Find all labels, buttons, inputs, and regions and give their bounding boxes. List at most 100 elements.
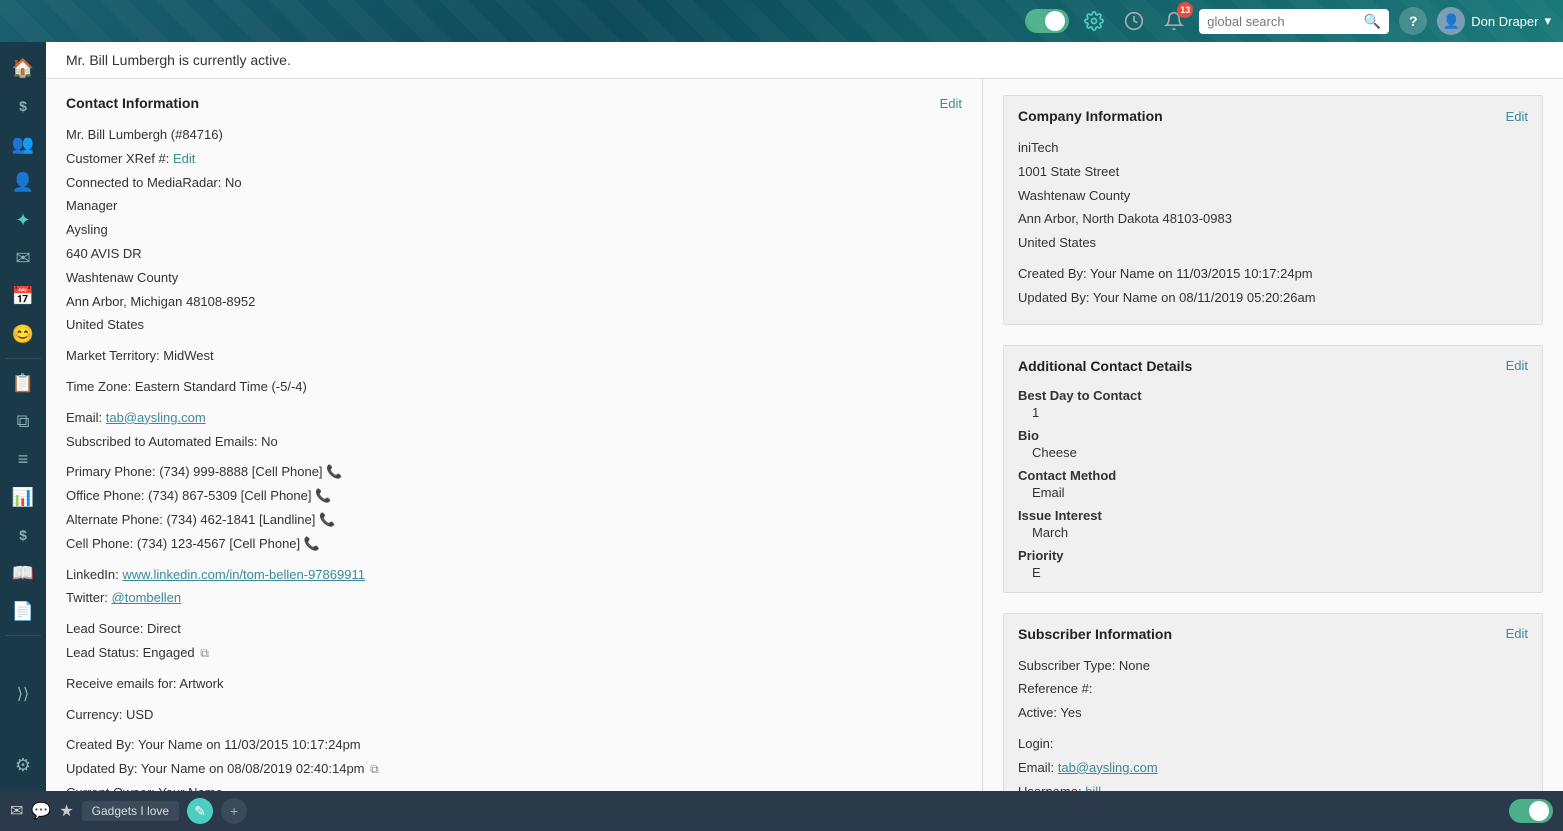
- sidebar-expand[interactable]: ⟩⟩: [5, 676, 41, 712]
- sidebar-item-home[interactable]: 🏠: [5, 50, 41, 86]
- clock-icon-btn[interactable]: [1119, 6, 1149, 36]
- subscriber-info-section: Subscriber Information Edit Subscriber T…: [1003, 613, 1543, 791]
- cell-phone-icon[interactable]: 📞: [304, 534, 320, 555]
- company-created-by: Created By: Your Name on 11/03/2015 10:1…: [1018, 264, 1528, 285]
- subscriber-email: Email: tab@aysling.com: [1018, 758, 1528, 779]
- office-phone-icon[interactable]: 📞: [315, 486, 331, 507]
- bottom-toggle[interactable]: [1509, 799, 1553, 823]
- contact-email-link[interactable]: tab@aysling.com: [106, 410, 206, 425]
- content-area: Mr. Bill Lumbergh is currently active. C…: [46, 42, 1563, 791]
- sidebar-item-settings[interactable]: ⚙: [5, 747, 41, 783]
- contact-currency: Currency: USD: [66, 705, 962, 726]
- sidebar-item-dollar2[interactable]: $: [5, 517, 41, 553]
- updated-by-copy-icon[interactable]: ⧉: [370, 760, 379, 779]
- contact-current-owner: Current Owner: Your Name: [66, 783, 962, 791]
- bottom-bar: ✉ 💬 ★ Gadgets I love ✎ +: [0, 791, 1563, 831]
- sidebar-item-special[interactable]: ✦: [5, 202, 41, 238]
- subscriber-login-label: Login:: [1018, 734, 1528, 755]
- contact-method-label: Contact Method: [1018, 468, 1528, 483]
- subscriber-username: Username: bill: [1018, 782, 1528, 791]
- avatar: 👤: [1437, 7, 1465, 35]
- contact-address1: 640 AVIS DR: [66, 244, 962, 265]
- sidebar-item-chart[interactable]: 📊: [5, 479, 41, 515]
- subscriber-section-header: Subscriber Information Edit: [1018, 626, 1528, 646]
- alternate-phone-icon[interactable]: 📞: [319, 510, 335, 531]
- contact-section-title: Contact Information: [66, 95, 199, 111]
- user-name: Don Draper: [1471, 14, 1538, 29]
- notification-icon-btn[interactable]: 13: [1159, 6, 1189, 36]
- sidebar-divider: [5, 358, 42, 359]
- linkedin-link[interactable]: www.linkedin.com/in/tom-bellen-97869911: [122, 567, 365, 582]
- subscriber-username-link[interactable]: bill: [1085, 784, 1101, 791]
- sidebar-item-contacts[interactable]: 👥: [5, 126, 41, 162]
- twitter-link[interactable]: @tombellen: [112, 590, 182, 605]
- contact-twitter: Twitter: @tombellen: [66, 588, 962, 609]
- twitter-label: Twitter:: [66, 590, 108, 605]
- sidebar-item-smile[interactable]: 😊: [5, 316, 41, 352]
- company-info-section: Company Information Edit iniTech 1001 St…: [1003, 95, 1543, 325]
- primary-phone-icon[interactable]: 📞: [326, 462, 342, 483]
- contact-lead-status: Lead Status: Engaged ⧉: [66, 643, 962, 664]
- company-address1: 1001 State Street: [1018, 162, 1528, 183]
- sub-username-label: Username:: [1018, 784, 1082, 791]
- toggle-active-switch[interactable]: [1025, 9, 1069, 33]
- chevron-down-icon: ▾: [1544, 13, 1551, 29]
- status-text: Mr. Bill Lumbergh is currently active.: [66, 52, 291, 68]
- contact-name: Mr. Bill Lumbergh (#84716): [66, 125, 962, 146]
- subscriber-reference: Reference #:: [1018, 679, 1528, 700]
- contact-xref: Customer XRef #: Edit: [66, 149, 962, 170]
- contact-email-row: Email: tab@aysling.com: [66, 408, 962, 429]
- contact-edit-link[interactable]: Edit: [940, 96, 962, 111]
- bottom-action-green-btn[interactable]: ✎: [187, 798, 213, 824]
- xref-edit-link[interactable]: Edit: [173, 151, 195, 166]
- contact-section-header: Contact Information Edit: [66, 95, 962, 115]
- bottom-star-icon[interactable]: ★: [59, 801, 73, 821]
- bottom-tag-label[interactable]: Gadgets I love: [82, 801, 179, 821]
- subscriber-edit-link[interactable]: Edit: [1506, 626, 1528, 641]
- sidebar-item-person[interactable]: 👤: [5, 164, 41, 200]
- contact-created-by: Created By: Your Name on 11/03/2015 10:1…: [66, 735, 962, 756]
- sidebar-item-list[interactable]: ≡: [5, 441, 41, 477]
- two-column-layout: Contact Information Edit Mr. Bill Lumber…: [46, 79, 1563, 791]
- global-search-box[interactable]: 🔍: [1199, 9, 1389, 34]
- sidebar-item-book[interactable]: 📖: [5, 555, 41, 591]
- sidebar-item-reports[interactable]: 📋: [5, 365, 41, 401]
- lead-status-copy-icon[interactable]: ⧉: [200, 644, 209, 663]
- sidebar-item-email[interactable]: ✉: [5, 240, 41, 276]
- search-icon: 🔍: [1364, 13, 1381, 30]
- contact-timezone: Time Zone: Eastern Standard Time (-5/-4): [66, 377, 962, 398]
- sidebar-item-finance[interactable]: $: [5, 88, 41, 124]
- company-section-title: Company Information: [1018, 108, 1163, 124]
- contact-cell-phone: Cell Phone: (734) 123-4567 [Cell Phone] …: [66, 534, 962, 555]
- contact-office-phone: Office Phone: (734) 867-5309 [Cell Phone…: [66, 486, 962, 507]
- company-city-state-zip: Ann Arbor, North Dakota 48103-0983: [1018, 209, 1528, 230]
- contact-linkedin: LinkedIn: www.linkedin.com/in/tom-bellen…: [66, 565, 962, 586]
- company-name: iniTech: [1018, 138, 1528, 159]
- help-button[interactable]: ?: [1399, 7, 1427, 35]
- sidebar-item-document[interactable]: 📄: [5, 593, 41, 629]
- right-column: Company Information Edit iniTech 1001 St…: [983, 79, 1563, 791]
- main-layout: 🏠 $ 👥 👤 ✦ ✉ 📅 😊 📋 ⧉ ≡ 📊 $ 📖 📄 ⟩⟩ ⚙ Mr. B…: [0, 42, 1563, 791]
- issue-interest-label: Issue Interest: [1018, 508, 1528, 523]
- sidebar-item-calendar[interactable]: 📅: [5, 278, 41, 314]
- additional-section-header: Additional Contact Details Edit: [1018, 358, 1528, 378]
- company-county: Washtenaw County: [1018, 186, 1528, 207]
- link-icon-btn[interactable]: [1079, 6, 1109, 36]
- search-input[interactable]: [1207, 14, 1358, 29]
- company-edit-link[interactable]: Edit: [1506, 109, 1528, 124]
- bottom-email-icon[interactable]: ✉: [10, 801, 23, 821]
- priority-value: E: [1032, 565, 1528, 580]
- bottom-action-plus-btn[interactable]: +: [221, 798, 247, 824]
- company-updated-by: Updated By: Your Name on 08/11/2019 05:2…: [1018, 288, 1528, 309]
- user-menu[interactable]: 👤 Don Draper ▾: [1437, 7, 1551, 35]
- contact-lead-source: Lead Source: Direct: [66, 619, 962, 640]
- subscriber-email-link[interactable]: tab@aysling.com: [1058, 760, 1158, 775]
- contact-manager: Manager: [66, 196, 962, 217]
- bio-value: Cheese: [1032, 445, 1528, 460]
- top-navigation: 13 🔍 ? 👤 Don Draper ▾: [0, 0, 1563, 42]
- sidebar: 🏠 $ 👥 👤 ✦ ✉ 📅 😊 📋 ⧉ ≡ 📊 $ 📖 📄 ⟩⟩ ⚙: [0, 42, 46, 791]
- contact-subscribed: Subscribed to Automated Emails: No: [66, 432, 962, 453]
- sidebar-item-grid[interactable]: ⧉: [5, 403, 41, 439]
- bottom-chat-icon[interactable]: 💬: [31, 801, 51, 821]
- additional-edit-link[interactable]: Edit: [1506, 358, 1528, 373]
